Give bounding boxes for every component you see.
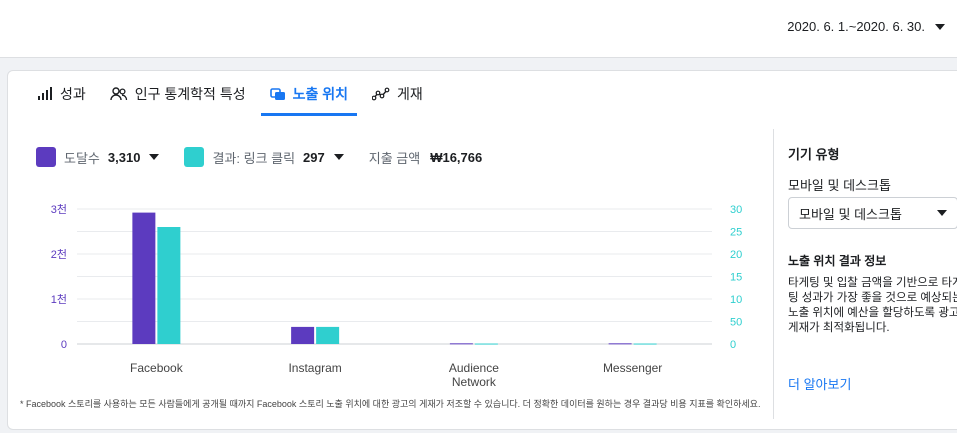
reach-metric-selector[interactable]: 도달수 3,310 [36, 147, 160, 167]
tab-label: 인구 통계학적 특성 [134, 85, 246, 102]
placement-info-title: 노출 위치 결과 정보 [788, 254, 887, 268]
bar-chart-icon [38, 86, 52, 100]
bar-reach [132, 212, 156, 344]
device-type-title: 기기 유형 [788, 147, 840, 162]
device-type-select-value: 모바일 및 데스크톱 [799, 206, 902, 222]
y-left-tick-label: 0 [61, 339, 67, 351]
date-range-label: 2020. 6. 1.~2020. 6. 30. [787, 19, 925, 34]
chevron-down-icon [937, 210, 947, 216]
placement-report-card: 성과 인구 통계학적 특성 노출 위치 게재 도달수 3,310 결과: 링크 … [7, 70, 957, 430]
tab-bar: 성과 인구 통계학적 특성 노출 위치 게재 [28, 71, 438, 116]
y-right-tick-label: 100 [730, 294, 742, 306]
tab-label: 성과 [60, 85, 86, 102]
placement-icon [269, 87, 285, 100]
device-type-subtitle: 모바일 및 데스크톱 [788, 178, 891, 193]
y-left-tick-label: 3천 [51, 202, 67, 216]
spend-value: ₩16,766 [430, 149, 483, 165]
tab-delivery[interactable]: 게재 [363, 71, 432, 116]
y-right-tick-label: 200 [730, 249, 742, 261]
x-tick-label: Messenger [603, 361, 662, 375]
results-label: 결과: 링크 클릭 [212, 150, 296, 166]
story-placement-footnote: * Facebook 스토리를 사용하는 모든 사람들에게 공개될 때까지 Fa… [20, 399, 761, 409]
x-tick-label: Network [452, 375, 497, 389]
chevron-down-icon [333, 154, 344, 160]
reach-value: 3,310 [107, 149, 141, 165]
tab-performance[interactable]: 성과 [28, 71, 95, 116]
reach-label: 도달수 [64, 150, 100, 166]
y-right-tick-label: 0 [730, 339, 736, 351]
y-right-tick-label: 50 [730, 317, 742, 329]
x-tick-label: Audience [449, 361, 499, 375]
placement-info-body: 타게팅 및 입찰 금액을 기반으로 타게팅 성과가 가장 좋을 것으로 예상되는… [788, 277, 957, 334]
bar-reach [291, 326, 315, 344]
bar-reach [449, 343, 473, 345]
date-range-picker[interactable]: 2020. 6. 1.~2020. 6. 30. [787, 19, 945, 34]
tab-demographics[interactable]: 인구 통계학적 특성 [101, 71, 255, 116]
y-right-tick-label: 150 [730, 272, 742, 284]
y-right-tick-label: 300 [730, 204, 742, 216]
results-value: 297 [303, 149, 325, 165]
x-tick-label: Facebook [130, 361, 184, 375]
placement-bar-chart: 300 250 200 150 100 50 0 3천 2천 1천 0 Facebook Instagr… [51, 202, 742, 389]
x-tick-label: Instagram [288, 361, 341, 375]
spend-label: 지출 금액 [368, 150, 421, 166]
results-metric-selector[interactable]: 결과: 링크 클릭 297 [184, 147, 344, 167]
top-bar: 2020. 6. 1.~2020. 6. 30. [0, 0, 957, 58]
people-icon [110, 86, 127, 100]
spend-metric: 지출 금액 ₩16,766 [369, 148, 492, 167]
delivery-icon [372, 87, 390, 100]
reach-swatch [36, 147, 56, 167]
chevron-down-icon [149, 154, 160, 160]
y-right-tick-label: 250 [730, 227, 742, 239]
sidebar-divider [773, 129, 774, 419]
metric-selector-row: 도달수 3,310 결과: 링크 클릭 297 지출 금액 ₩16,766 [36, 147, 516, 167]
tab-label: 노출 위치 [292, 85, 349, 102]
bar-reach [608, 343, 632, 345]
tab-label: 게재 [397, 85, 423, 102]
y-left-tick-label: 2천 [51, 247, 67, 261]
bar-link-clicks [316, 326, 340, 344]
results-swatch [184, 147, 205, 167]
bar-link-clicks [633, 343, 657, 345]
bar-link-clicks [157, 227, 181, 344]
chevron-down-icon [935, 23, 945, 30]
bar-link-clicks [474, 343, 498, 345]
y-left-tick-label: 1천 [51, 292, 67, 306]
device-type-select[interactable]: 모바일 및 데스크톱 [788, 197, 957, 229]
tab-placement[interactable]: 노출 위치 [260, 71, 358, 116]
learn-more-link[interactable]: 더 알아보기 [788, 374, 851, 393]
